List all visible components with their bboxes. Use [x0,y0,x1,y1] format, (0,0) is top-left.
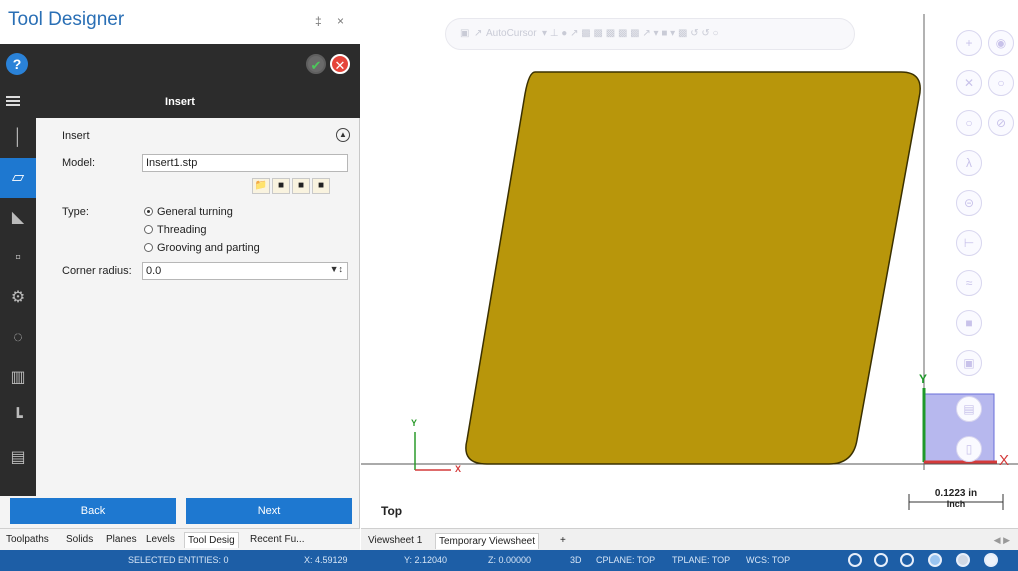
ok-check-icon[interactable]: ✔ [306,54,326,74]
scroll-arrows-icon[interactable]: ◀ ▶ [994,535,1010,546]
autocursor-label[interactable]: AutoCursor [486,28,537,39]
floating-toolbar[interactable]: ▣ ↗ AutoCursor ▾ ⊥ ● ↗ ▩ ▩ ▩ ▩ ▩ ↗ ▾ ■ ▾… [445,18,855,50]
x-coordinate: X: 4.59129 [304,555,348,565]
scale-unit: Inch [946,499,966,509]
open-folder-icon[interactable]: 📁 [252,178,270,194]
no-icon[interactable]: ⊘ [988,110,1014,136]
transform-icon[interactable]: ▣ [956,350,982,376]
shade-icon[interactable]: ◉ [988,30,1014,56]
status-bar: SELECTED ENTITIES: 0 X: 4.59129 Y: 2.120… [0,550,1018,571]
cplane[interactable]: CPLANE: TOP [596,555,655,565]
insert-center-icon[interactable]: ■ [292,178,310,194]
pin-close-controls[interactable]: ‡ × [315,14,350,28]
display-icon[interactable] [984,553,998,567]
view-fit-icon[interactable] [900,553,914,567]
insert-form: Insert ▲ Model: Insert1.stp 📁 ■ ■ ■ Type… [56,126,352,290]
scale-indicator: 0.1223 in Inch [908,488,1004,512]
dimension-icon[interactable]: ⊢ [956,230,982,256]
y-coordinate: Y: 2.12040 [404,555,448,565]
selected-entities[interactable]: SELECTED ENTITIES: 0 [128,555,229,565]
toggle-icon[interactable]: ▯ [956,436,982,462]
next-button[interactable]: Next [186,498,352,524]
tab-viewsheet-1[interactable]: Viewsheet 1 [365,533,425,549]
gear-icon[interactable]: ⚙ [0,278,36,318]
type-radio-threading[interactable]: Threading [144,224,207,236]
tab-toolpaths[interactable]: Toolpaths [6,532,49,548]
tplane[interactable]: TPLANE: TOP [672,555,730,565]
setup-icon[interactable]: ┗ [0,398,36,438]
wizard-step-strip: │ ▱ ◣ ▫ ⚙ ◌ ▥ ┗ ▤ [0,118,36,496]
layer-icon[interactable]: ▤ [956,396,982,422]
tab-recent-functions[interactable]: Recent Fu... [250,532,304,548]
graphics-viewport[interactable]: Y X Y X ▣ ↗ AutoCursor ▾ ⊥ ● ↗ ▩ ▩ ▩ ▩ ▩… [361,0,1018,528]
gnomon-x-label: X [999,452,1010,469]
trim-icon[interactable]: ≈ [956,270,982,296]
insert-shape-icon[interactable]: ▱ [0,158,36,198]
shading-icon[interactable] [928,553,942,567]
tool-designer-panel: Tool Designer ‡ × ? ✔ ✕ Insert │ ▱ ◣ ▫ ⚙… [0,0,360,550]
insert-right-icon[interactable]: ■ [312,178,330,194]
tab-levels[interactable]: Levels [146,532,175,548]
view-name: Top [381,504,403,518]
corner-radius-label: Corner radius: [62,265,132,277]
lock-icon[interactable]: ▣ [460,28,469,39]
holder-icon[interactable]: ◣ [0,198,36,238]
type-radio-general[interactable]: General turning [144,206,233,218]
tab-solids[interactable]: Solids [66,532,93,548]
add-viewsheet-button[interactable]: + [557,533,569,549]
page-title: Insert [165,96,195,108]
mirror-icon[interactable]: ⊝ [956,190,982,216]
wireframe-icon[interactable] [956,553,970,567]
view-rotate-icon[interactable] [874,553,888,567]
viewsheet-tabs: Viewsheet 1 Temporary Viewsheet + ◀ ▶ [361,528,1018,550]
insert-shape [465,71,921,465]
machine-icon[interactable]: ▥ [0,358,36,398]
type-label: Type: [62,206,89,218]
mode-3d[interactable]: 3D [570,555,582,565]
line-icon[interactable]: ✕ [956,70,982,96]
radio-icon[interactable] [144,243,153,252]
panel-title: Tool Designer [8,9,125,30]
wcs[interactable]: WCS: TOP [746,555,790,565]
panel-header: ? ✔ ✕ Insert [0,44,360,118]
model-label: Model: [62,157,96,169]
radio-icon[interactable] [144,225,153,234]
arc-icon[interactable]: ○ [988,70,1014,96]
spinner-icon[interactable]: ▼↕ [330,264,343,274]
summary-icon[interactable]: ▤ [0,438,36,478]
view-orient-icon[interactable] [848,553,862,567]
collapse-icon[interactable]: ▲ [336,128,350,142]
scale-value: 0.1223 in [934,488,978,499]
corner-radius-field[interactable]: 0.0 ▼↕ [142,262,348,280]
viewport-canvas [361,14,1018,510]
origin-y-label: Y [411,418,418,428]
manager-tabs: Toolpaths Solids Planes Levels Tool Desi… [0,528,360,550]
model-field[interactable]: Insert1.stp [142,154,348,172]
circle-dashed-icon[interactable]: ◌ [0,318,36,358]
tab-temporary-viewsheet[interactable]: Temporary Viewsheet [435,533,539,549]
origin-x-label: X [455,464,462,474]
panel-title-bar: Tool Designer ‡ × [0,0,360,44]
close-icon[interactable]: ✕ [330,54,350,74]
add-icon[interactable]: + [956,30,982,56]
type-radio-grooving[interactable]: Grooving and parting [144,242,260,254]
solid-icon[interactable]: ■ [956,310,982,336]
section-label: Insert [62,130,90,142]
curve-icon[interactable]: λ [956,150,982,176]
z-coordinate: Z: 0.00000 [488,555,532,565]
gnomon-y-label: Y [919,372,928,386]
radio-checked-icon[interactable] [144,207,153,216]
insert-left-icon[interactable]: ■ [272,178,290,194]
drill-tool-icon[interactable]: │ [0,118,36,158]
tab-planes[interactable]: Planes [106,532,137,548]
back-button[interactable]: Back [10,498,176,524]
assembly-icon[interactable]: ▫ [0,238,36,278]
help-icon[interactable]: ? [6,53,28,75]
snap-icon[interactable]: ▾ ⊥ ● ↗ ▩ ▩ ▩ ▩ ▩ ↗ ▾ ■ ▾ ▩ ↺ ↺ ○ [542,28,719,39]
tab-tool-designer[interactable]: Tool Desig [184,532,239,548]
circle-icon[interactable]: ○ [956,110,982,136]
autocursor-icon[interactable]: ↗ [474,28,482,39]
